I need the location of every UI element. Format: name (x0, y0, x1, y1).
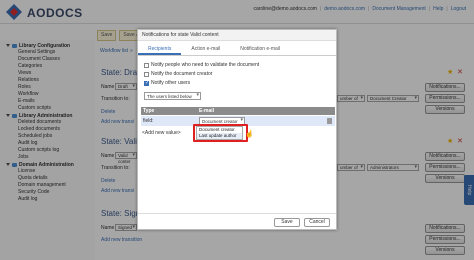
dialog-tabs: Recipients Action e-mail Notification e-… (138, 42, 336, 56)
dialog-title: Notifications for state Valid content (138, 30, 336, 41)
save-button[interactable]: Save (274, 218, 300, 227)
notifications-dialog: Notifications for state Valid content Re… (137, 29, 337, 230)
notify-creator-option[interactable]: Notify the document creator (144, 71, 212, 77)
notify-other-users-option[interactable]: Notify other users (144, 80, 190, 86)
dialog-footer: Save Cancel (138, 213, 336, 229)
tab-recipients[interactable]: Recipients (138, 42, 182, 55)
notify-other-users-checkbox[interactable] (144, 80, 149, 86)
notify-validators-checkbox[interactable] (144, 62, 149, 68)
email-column-header: E-mail (199, 108, 215, 114)
notify-creator-checkbox[interactable] (144, 71, 149, 77)
notify-validators-option[interactable]: Notify people who need to validate the d… (144, 62, 259, 68)
recipients-table-header: Type E-mail (141, 107, 335, 115)
tab-notification-email[interactable]: Notification e-mail (230, 42, 290, 55)
row-type: field: (143, 118, 154, 124)
type-column-header: Type (143, 108, 155, 114)
add-new-value-link[interactable]: <Add new value> (142, 130, 181, 136)
hand-cursor-icon: ☝ (245, 131, 254, 138)
highlight-box (193, 124, 248, 142)
cancel-button[interactable]: Cancel (304, 218, 330, 227)
delete-icon[interactable] (327, 118, 332, 124)
tab-action-email[interactable]: Action e-mail (181, 42, 230, 55)
users-source-select[interactable]: The users listed below (144, 92, 201, 100)
